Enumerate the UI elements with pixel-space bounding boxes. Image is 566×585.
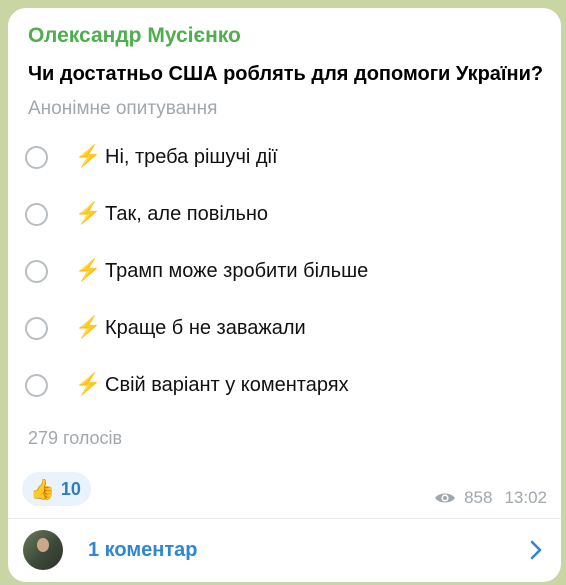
poll-option-label: Свій варіант у коментарях (105, 373, 349, 396)
eye-icon (435, 493, 456, 503)
radio-button[interactable] (25, 373, 48, 397)
radio-button[interactable] (25, 202, 48, 226)
reaction-count: 10 (60, 478, 81, 499)
radio-button[interactable] (25, 145, 48, 169)
vote-count: 279 голосів (28, 428, 123, 448)
poll-option-4[interactable]: ⚡ Краще б не заважали (25, 311, 306, 345)
chevron-right-icon (530, 540, 542, 560)
comments-label: 1 коментар (88, 538, 198, 561)
poll-option-label: Ні, треба рішучі дії (105, 145, 278, 168)
comments-button[interactable]: 1 коментар (8, 519, 561, 581)
message-meta: 858 13:02 (434, 488, 547, 508)
poll-option-1[interactable]: ⚡ Ні, треба рішучі дії (25, 140, 278, 174)
reaction-thumbs-up[interactable]: 👍 10 (22, 472, 91, 506)
poll-option-5[interactable]: ⚡ Свій варіант у коментарях (25, 368, 349, 402)
poll-option-3[interactable]: ⚡ Трамп може зробити більше (25, 254, 368, 288)
lightning-icon: ⚡ (75, 373, 102, 396)
poll-option-2[interactable]: ⚡ Так, але повільно (25, 197, 268, 231)
poll-option-label: Так, але повільно (105, 202, 269, 225)
radio-button[interactable] (25, 316, 48, 340)
poll-message: Олександр Мусієнко Чи достатньо США робл… (8, 8, 561, 582)
lightning-icon: ⚡ (75, 145, 102, 168)
lightning-icon: ⚡ (75, 202, 102, 225)
poll-option-label: Краще б не заважали (105, 316, 306, 339)
author-name[interactable]: Олександр Мусієнко (28, 24, 241, 48)
poll-question: Чи достатньо США роблять для допомоги Ук… (28, 63, 544, 85)
lightning-icon: ⚡ (75, 259, 102, 282)
lightning-icon: ⚡ (75, 316, 102, 339)
commenter-avatar (23, 530, 63, 570)
thumbs-up-icon: 👍 (30, 478, 55, 501)
view-count: 858 (464, 488, 493, 507)
radio-button[interactable] (25, 259, 48, 283)
message-time: 13:02 (504, 488, 547, 507)
poll-type-label: Анонімне опитування (28, 98, 218, 119)
poll-option-label: Трамп може зробити більше (105, 259, 369, 282)
